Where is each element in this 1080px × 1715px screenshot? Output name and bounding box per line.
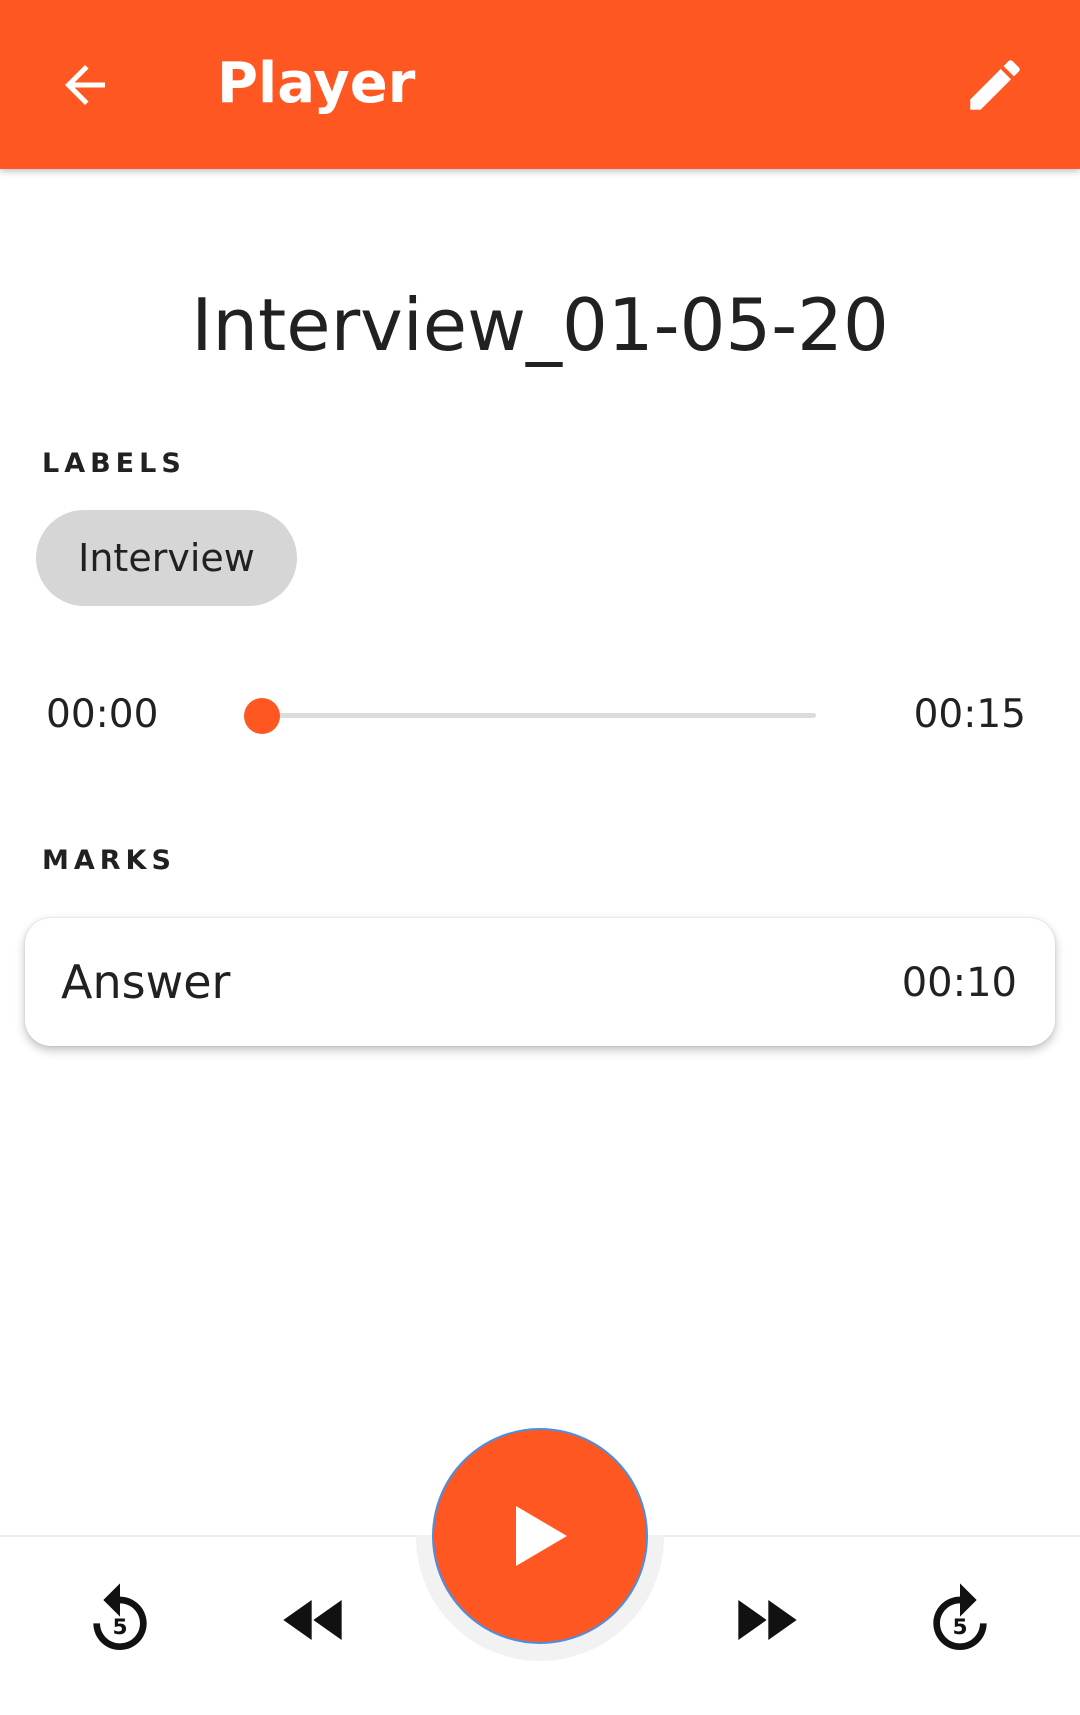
page-title: Player [217, 51, 416, 116]
replay-5-button[interactable]: 5 [65, 1565, 175, 1675]
mark-time: 00:10 [901, 960, 1017, 1006]
slider-track [264, 713, 816, 718]
mark-item[interactable]: Answer 00:10 [25, 918, 1055, 1046]
replay-5-icon: 5 [93, 1583, 147, 1650]
fast-forward-button[interactable] [710, 1565, 820, 1675]
back-button[interactable] [40, 40, 130, 130]
forward-5-button[interactable]: 5 [905, 1565, 1015, 1675]
arrow-left-icon [65, 65, 105, 105]
label-chip-interview[interactable]: Interview [36, 510, 297, 606]
fast-forward-icon [738, 1600, 797, 1640]
forward-seconds: 5 [952, 1615, 967, 1640]
slider-thumb[interactable] [244, 698, 280, 734]
forward-5-icon: 5 [933, 1583, 987, 1650]
pencil-icon [970, 60, 1020, 110]
current-time: 00:00 [46, 692, 159, 737]
edit-button[interactable] [950, 40, 1040, 130]
rewind-button[interactable] [260, 1565, 370, 1675]
marks-heading: MARKS [42, 845, 176, 876]
labels-heading: LABELS [42, 448, 186, 479]
app-bar: Player [0, 0, 1080, 169]
replay-seconds: 5 [112, 1615, 127, 1640]
mark-name: Answer [61, 955, 231, 1009]
play-button[interactable] [432, 1428, 648, 1644]
recording-title: Interview_01-05-20 [191, 283, 889, 367]
total-time: 00:15 [913, 692, 1026, 737]
seek-slider[interactable] [244, 690, 816, 740]
rewind-icon [283, 1600, 342, 1640]
play-icon [516, 1506, 567, 1566]
